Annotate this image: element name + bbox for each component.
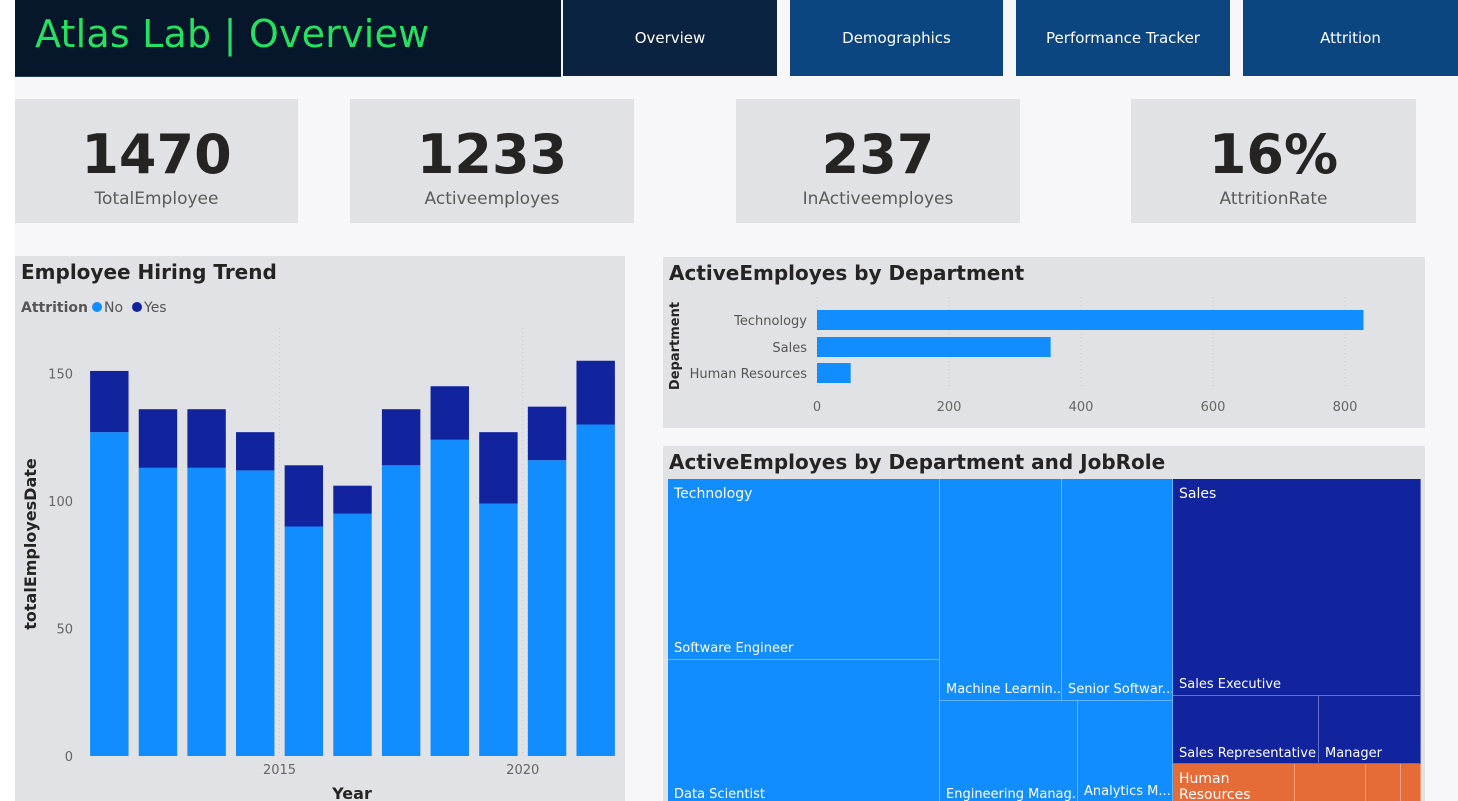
bar-no-2017[interactable] [333,513,372,756]
kpi-card-total-employee[interactable]: 1470 TotalEmployee [15,99,298,223]
x-tick-label: 800 [1333,400,1358,415]
hiring-trend-panel[interactable]: Employee Hiring Trend Attrition No Yes 0… [15,256,625,801]
kpi-value: 1233 [416,123,568,186]
bar-sales[interactable] [817,337,1051,357]
bar-yes-2016[interactable] [284,465,324,527]
bar-yes-2012[interactable] [90,370,129,433]
treemap-cell-analytics-manager[interactable]: Analytics M... [1078,701,1173,801]
treemap-panel[interactable]: ActiveEmployes by Department and JobRole… [663,446,1425,801]
bar-yes-2013[interactable] [138,409,178,468]
treemap-dept-technology: Technology [674,486,753,502]
treemap-title: ActiveEmployes by Department and JobRole [669,450,1166,474]
treemap-cell-engineering-manager[interactable]: Engineering Manag... [940,701,1078,801]
treemap-role-label: Sales Executive [1179,677,1282,692]
kpi-label: TotalEmployee [94,189,219,209]
bar-yes-2015[interactable] [236,432,275,471]
kpi-value: 16% [1208,123,1339,186]
tab-performance-tracker[interactable]: Performance Tracker [1016,0,1230,76]
treemap-cell-hr-main[interactable]: Human Resources [1173,764,1295,801]
treemap-cell-senior-software[interactable]: Senior Softwar... [1062,479,1173,701]
bar-no-2012[interactable] [90,432,129,756]
y-category-label: Technology [733,314,807,329]
treemap-cell-hr-role[interactable] [1295,764,1366,801]
y-category-label: Sales [772,341,807,356]
x-tick-label: 400 [1069,400,1094,415]
legend-yes-label[interactable]: Yes [143,300,167,316]
bar-yes-2014[interactable] [187,409,226,468]
tab-overview[interactable]: Overview [563,0,777,76]
treemap-cell-software-engineer[interactable]: Technology Software Engineer [668,479,940,660]
dept-y-axis-title: Department [668,302,683,390]
bar-no-2015[interactable] [236,470,275,756]
treemap-role-label: Software Engineer [674,641,794,656]
dept-chart-panel[interactable]: ActiveEmployes by Department 0 200 400 600 8… [663,257,1425,428]
treemap-role-label: Manager [1325,746,1382,761]
x-tick-label: 2020 [506,763,539,778]
dept-bar-chart: 0 200 400 600 800 Technology Sales Human Resour… [668,297,1364,415]
treemap-cell-data-scientist[interactable]: Data Scientist [668,660,940,801]
treemap-role-label: Senior Softwar... [1068,682,1173,697]
bar-yes-2018[interactable] [381,409,421,466]
bar-no-2021[interactable] [527,460,567,756]
y-tick-label: 150 [48,368,73,383]
bar-no-2016[interactable] [284,526,324,757]
kpi-value: 1470 [81,123,232,186]
bar-no-2022[interactable] [576,424,615,757]
bar-yes-2019[interactable] [430,386,469,440]
bar-yes-2017[interactable] [333,485,372,514]
x-tick-label: 600 [1201,400,1226,415]
treemap-cell-sales-executive[interactable]: Sales Sales Executive [1173,479,1421,696]
kpi-card-attrition-rate[interactable]: 16% AttritionRate [1131,99,1416,223]
bar-no-2019[interactable] [430,439,469,756]
bar-no-2020[interactable] [479,503,518,756]
bar-no-2013[interactable] [138,467,178,756]
bar-yes-2022[interactable] [576,360,615,425]
treemap-cell-hr-role[interactable] [1366,764,1401,801]
treemap-role-label: Data Scientist [674,787,765,801]
bar-technology[interactable] [817,310,1364,330]
treemap-cell-sales-representative[interactable]: Sales Representative [1173,696,1319,764]
bar-yes-2020[interactable] [479,432,518,504]
y-tick-label: 50 [56,623,73,638]
x-axis-title: Year [331,784,372,801]
x-tick-label: 200 [937,400,962,415]
treemap-cell-manager[interactable]: Manager [1319,696,1421,764]
bar-no-2014[interactable] [187,467,226,756]
treemap-dept-sales: Sales [1179,486,1217,502]
treemap-role-label: Engineering Manag... [946,787,1078,801]
kpi-label: Activeemployes [424,189,560,209]
hiring-trend-chart: Attrition No Yes 0501001502015 2020 Year … [21,300,615,801]
kpi-card-inactive-employees[interactable]: 237 InActiveemployes [736,99,1020,223]
bar-yes-2021[interactable] [527,406,567,461]
treemap-cell-machine-learning[interactable]: Machine Learnin... [940,479,1062,701]
y-tick-label: 0 [65,750,73,765]
y-category-label: Human Resources [690,367,808,382]
treemap-role-label: Machine Learnin... [946,682,1062,697]
treemap-cell-hr-role[interactable] [1401,764,1421,801]
kpi-card-active-employees[interactable]: 1233 Activeemployes [350,99,634,223]
x-tick-label: 0 [813,400,821,415]
x-tick-label: 2015 [263,763,296,778]
y-axis-title: totalEmployesDate [21,458,40,630]
kpi-label: InActiveemployes [802,189,954,209]
page-margin [0,0,15,801]
legend-yes-marker [132,302,142,312]
kpi-label: AttritionRate [1219,189,1328,209]
legend-no-marker [92,302,102,312]
tab-attrition[interactable]: Attrition [1243,0,1458,76]
report-title: Atlas Lab | Overview [35,12,430,56]
treemap-dept-human-resources: Human Resources [1179,771,1251,801]
y-tick-label: 100 [48,495,73,510]
treemap-role-label: Sales Representative [1179,746,1316,761]
report-title-box: Atlas Lab | Overview [15,0,561,77]
treemap-area: Technology Software Engineer Data Scient… [668,479,1421,801]
bar-no-2018[interactable] [381,465,421,756]
tab-demographics[interactable]: Demographics [790,0,1003,76]
legend-no-label[interactable]: No [104,300,123,316]
treemap-role-label: Analytics M... [1084,784,1171,799]
bar-human-resources[interactable] [817,363,851,383]
legend-title: Attrition [21,300,88,316]
kpi-value: 237 [821,123,935,186]
